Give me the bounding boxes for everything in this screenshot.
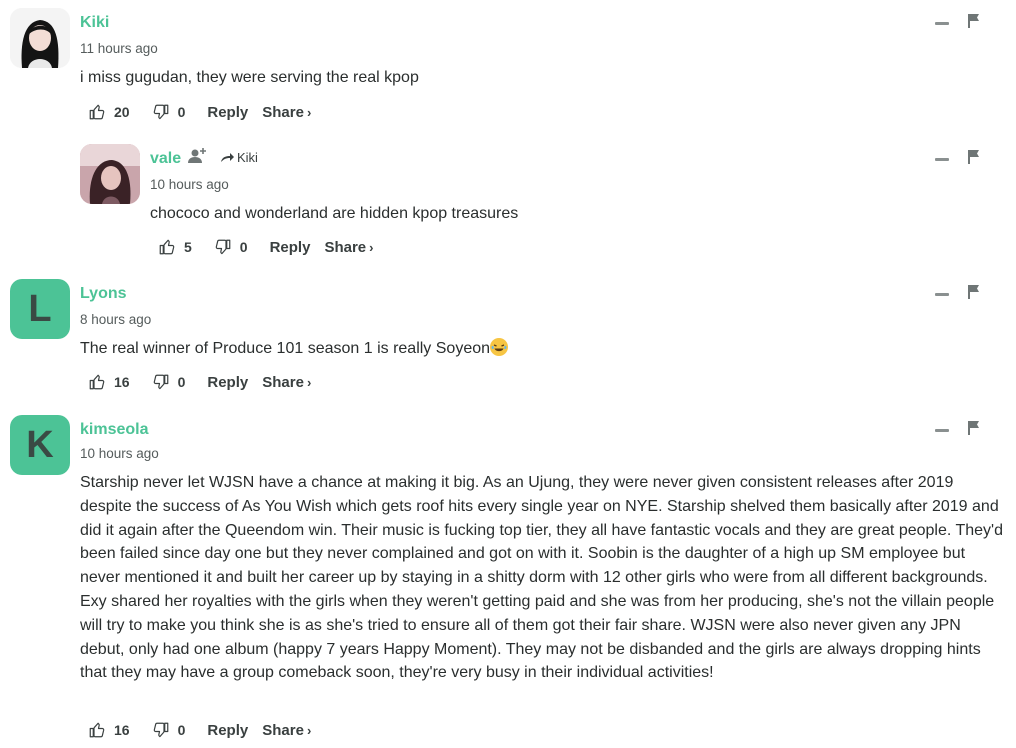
- comment-text: Starship never let WJSN have a chance at…: [80, 474, 1003, 682]
- collapse-icon[interactable]: [935, 22, 949, 25]
- upvote-count: 20: [114, 104, 130, 120]
- comment-actions: 16 0 Reply Share ›: [88, 719, 311, 741]
- thumbs-down-icon[interactable]: [152, 103, 170, 121]
- share-label: Share: [324, 238, 367, 256]
- comment-timestamp[interactable]: 11 hours ago: [80, 41, 158, 56]
- share-label: Share: [262, 721, 304, 739]
- comment-text: chococo and wonderland are hidden kpop t…: [150, 205, 519, 222]
- collapse-icon[interactable]: [935, 158, 949, 161]
- comment-text: The real winner of Produce 101 season 1 …: [80, 340, 491, 357]
- comment-author[interactable]: vale: [150, 150, 181, 168]
- thumbs-down-icon[interactable]: [152, 373, 170, 391]
- share-label: Share: [262, 373, 304, 391]
- comment-timestamp[interactable]: 8 hours ago: [80, 312, 151, 327]
- reply-button[interactable]: Reply: [270, 239, 311, 256]
- avatar[interactable]: [80, 144, 140, 204]
- flag-icon[interactable]: [968, 14, 980, 28]
- share-button[interactable]: Share ›: [262, 374, 311, 391]
- downvote-count: 0: [177, 374, 186, 390]
- comment-lyons: L Lyons 8 hours ago The real winner of P…: [0, 271, 1016, 401]
- comment-author[interactable]: Lyons: [80, 285, 127, 303]
- flag-icon[interactable]: [968, 421, 980, 435]
- avatar-photo-icon: [80, 144, 140, 204]
- flag-icon[interactable]: [968, 150, 980, 164]
- reply-button[interactable]: Reply: [207, 722, 248, 739]
- avatar[interactable]: K: [10, 415, 70, 475]
- reply-to-link[interactable]: Kiki: [220, 150, 258, 165]
- comment-text-wrapper: The real winner of Produce 101 season 1 …: [80, 337, 980, 361]
- comment-kimseola: K kimseola 10 hours ago Starship never l…: [0, 407, 1016, 748]
- comment-author[interactable]: Kiki: [80, 14, 109, 32]
- share-button[interactable]: Share ›: [262, 722, 311, 739]
- avatar[interactable]: L: [10, 279, 70, 339]
- follow-user-icon[interactable]: [187, 146, 209, 166]
- downvote-count: 0: [177, 104, 186, 120]
- comment-text: i miss gugudan, they were serving the re…: [80, 69, 419, 86]
- chevron-right-icon: ›: [306, 104, 312, 120]
- thumbs-up-icon[interactable]: [88, 103, 106, 121]
- comment-author[interactable]: kimseola: [80, 421, 148, 439]
- reply-button[interactable]: Reply: [207, 374, 248, 391]
- upvote-count: 16: [114, 374, 130, 390]
- thumbs-up-icon[interactable]: [88, 721, 106, 739]
- avatar[interactable]: [10, 8, 70, 68]
- collapse-icon[interactable]: [935, 293, 949, 296]
- thumbs-up-icon[interactable]: [158, 238, 176, 256]
- collapse-icon[interactable]: [935, 429, 949, 432]
- downvote-count: 0: [239, 239, 248, 255]
- comment-kiki: Kiki 11 hours ago i miss gugudan, they w…: [0, 0, 1016, 130]
- comment-timestamp[interactable]: 10 hours ago: [80, 446, 159, 461]
- chevron-right-icon: ›: [306, 722, 312, 738]
- comment-timestamp[interactable]: 10 hours ago: [150, 177, 229, 192]
- chevron-right-icon: ›: [306, 374, 312, 390]
- thumbs-down-icon[interactable]: [214, 238, 232, 256]
- reply-to-name: Kiki: [237, 150, 258, 165]
- comment-vale: vale Kiki 10 hours ago chococo and wonde…: [0, 136, 1016, 266]
- comment-actions: 5 0 Reply Share ›: [158, 236, 374, 258]
- thumbs-down-icon[interactable]: [152, 721, 170, 739]
- avatar-photo-icon: [10, 8, 70, 68]
- reply-arrow-icon: [221, 152, 234, 162]
- flag-icon[interactable]: [968, 285, 980, 299]
- share-label: Share: [262, 103, 304, 121]
- comment-actions: 20 0 Reply Share ›: [88, 101, 311, 123]
- share-button[interactable]: Share ›: [262, 104, 311, 121]
- upvote-count: 16: [114, 722, 130, 738]
- laughing-emoji-icon: [490, 338, 509, 356]
- thumbs-up-icon[interactable]: [88, 373, 106, 391]
- reply-button[interactable]: Reply: [207, 104, 248, 121]
- downvote-count: 0: [177, 722, 186, 738]
- comment-actions: 16 0 Reply Share ›: [88, 371, 311, 393]
- share-button[interactable]: Share ›: [324, 239, 373, 256]
- chevron-right-icon: ›: [369, 239, 374, 255]
- upvote-count: 5: [184, 239, 192, 255]
